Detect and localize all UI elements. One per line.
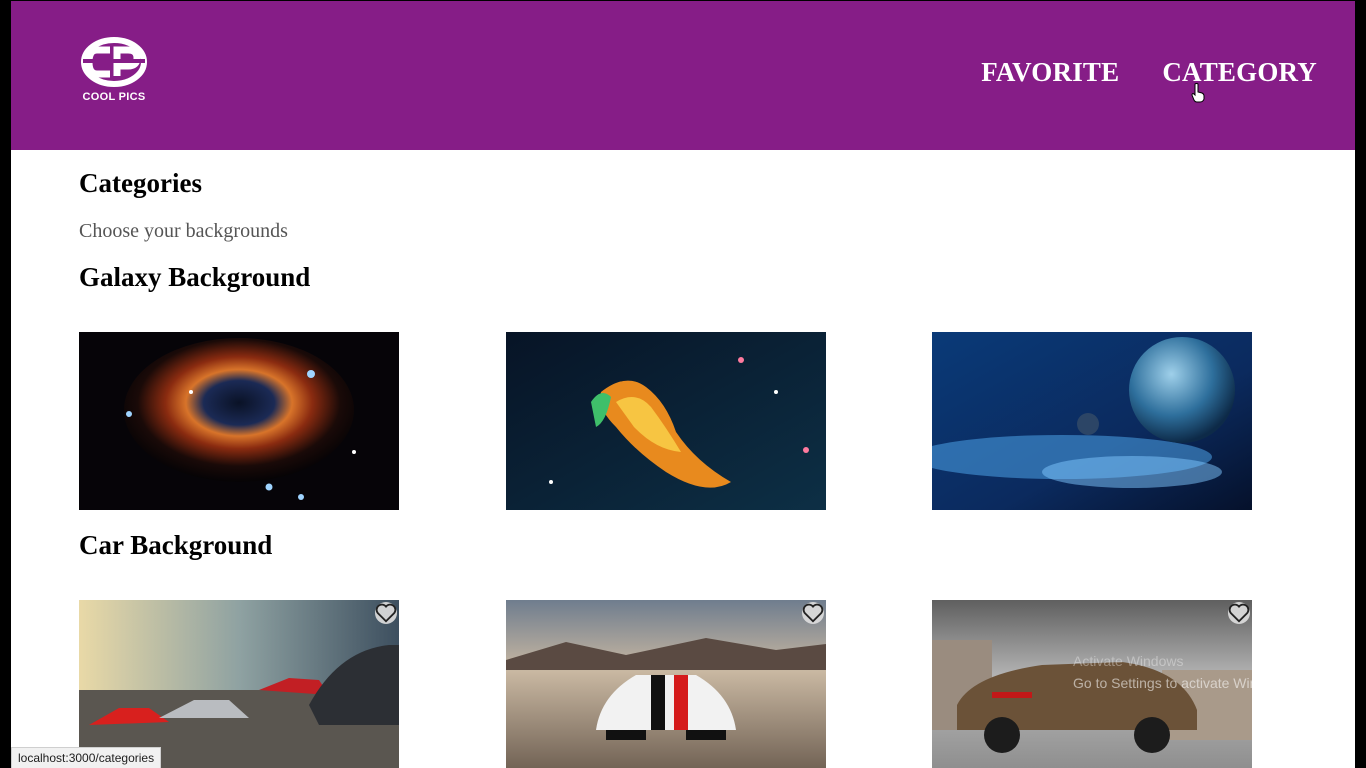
- nav-category[interactable]: CATEGORY: [1162, 57, 1317, 88]
- car-image-sports-cars-lineup[interactable]: [79, 600, 399, 768]
- heart-icon: [802, 603, 824, 623]
- browser-viewport: COOL PICS FAVORITE CATEGORY Categories C…: [11, 1, 1355, 768]
- galaxy-gallery: [79, 332, 1253, 510]
- section-title-car: Car Background: [79, 530, 273, 560]
- pillar-nebula-image: [506, 332, 826, 510]
- galaxy-image-blue-planet[interactable]: [932, 332, 1252, 510]
- logo-text: COOL PICS: [82, 91, 146, 103]
- heart-icon: [375, 603, 397, 623]
- page-subtitle: Choose your backgrounds: [79, 220, 288, 242]
- windows-activation-watermark: Go to Settings to activate Windows.: [1073, 675, 1294, 691]
- helix-nebula-image: [79, 332, 399, 510]
- sports-cars-lineup-image: [79, 600, 399, 768]
- car-image-white-viper[interactable]: [506, 600, 826, 768]
- galaxy-image-helix-nebula[interactable]: [79, 332, 399, 510]
- cool-pics-logo[interactable]: COOL PICS: [75, 35, 153, 107]
- favorite-button[interactable]: [1228, 602, 1250, 624]
- hand-pointer-cursor-icon: [1191, 83, 1205, 103]
- cp-logo-icon: [81, 37, 147, 87]
- main-nav: FAVORITE CATEGORY: [981, 57, 1317, 88]
- galaxy-image-pillar-nebula[interactable]: [506, 332, 826, 510]
- status-bar-url: localhost:3000/categories: [11, 747, 162, 768]
- page-title: Categories: [79, 168, 202, 198]
- windows-watermark-title: Activate Windows: [1073, 653, 1184, 669]
- blue-planet-image: [932, 332, 1252, 510]
- site-header: COOL PICS FAVORITE CATEGORY: [11, 1, 1355, 150]
- favorite-button[interactable]: [375, 602, 397, 624]
- white-viper-image: [506, 600, 826, 768]
- nav-favorite[interactable]: FAVORITE: [981, 57, 1119, 88]
- favorite-button[interactable]: [802, 602, 824, 624]
- section-title-galaxy: Galaxy Background: [79, 262, 311, 292]
